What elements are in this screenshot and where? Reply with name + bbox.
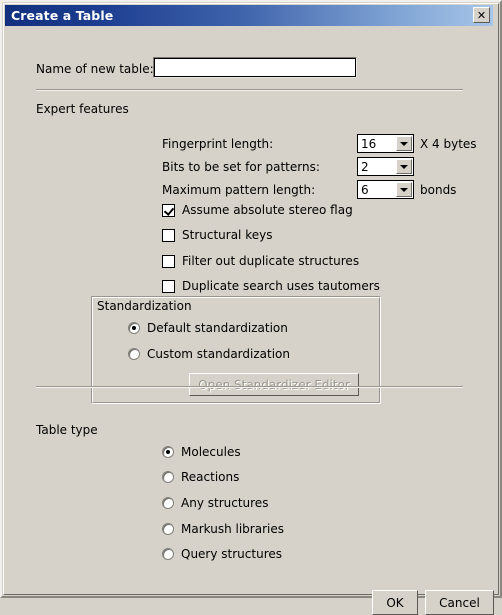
checkbox-icon[interactable] xyxy=(162,279,175,293)
radio-table-type-markush-libraries[interactable]: Markush libraries xyxy=(162,522,284,536)
checkbox-icon[interactable] xyxy=(162,203,175,217)
fingerprint-length-suffix: X 4 bytes xyxy=(420,137,477,151)
bits-per-pattern-label: Bits to be set for patterns: xyxy=(162,160,320,174)
chevron-down-icon[interactable] xyxy=(396,159,412,174)
dialog-content: Name of new table: Expert features Finge… xyxy=(5,26,494,615)
bits-per-pattern-value: 2 xyxy=(358,158,396,175)
fingerprint-length-label: Fingerprint length: xyxy=(162,137,274,151)
radio-icon[interactable] xyxy=(128,322,140,334)
table-name-label: Name of new table: xyxy=(36,62,154,76)
open-standardizer-editor-button: Open Standardizer Editor xyxy=(189,373,359,396)
dialog-title: Create a Table xyxy=(11,8,114,23)
radio-icon[interactable] xyxy=(162,446,174,458)
chevron-down-icon[interactable] xyxy=(396,182,412,197)
cancel-button[interactable]: Cancel xyxy=(425,590,494,615)
max-pattern-length-value: 6 xyxy=(358,181,396,198)
checkbox-icon[interactable] xyxy=(162,228,175,242)
radio-default-standardization[interactable]: Default standardization xyxy=(128,321,288,335)
radio-label: Reactions xyxy=(181,470,240,484)
radio-label: Any structures xyxy=(181,496,269,510)
expert-features-label: Expert features xyxy=(36,102,129,116)
radio-label: Custom standardization xyxy=(147,347,290,361)
checkbox-label: Duplicate search uses tautomers xyxy=(182,279,380,293)
table-name-input[interactable] xyxy=(153,57,357,78)
radio-table-type-query-structures[interactable]: Query structures xyxy=(162,547,282,561)
radio-icon[interactable] xyxy=(162,471,174,483)
radio-icon[interactable] xyxy=(162,548,174,560)
radio-label: Query structures xyxy=(181,547,282,561)
close-icon[interactable]: ✕ xyxy=(473,7,490,23)
checkbox-duplicate-search-uses-tautomers[interactable]: Duplicate search uses tautomers xyxy=(162,279,380,293)
chevron-down-icon[interactable] xyxy=(396,136,412,151)
max-pattern-length-suffix: bonds xyxy=(420,183,457,197)
checkbox-assume-absolute-stereo-flag[interactable]: Assume absolute stereo flag xyxy=(162,203,353,217)
separator-top xyxy=(36,89,463,91)
checkbox-structural-keys[interactable]: Structural keys xyxy=(162,228,272,242)
checkbox-label: Filter out duplicate structures xyxy=(182,254,360,268)
radio-label: Markush libraries xyxy=(181,522,284,536)
radio-label: Default standardization xyxy=(147,321,288,335)
checkbox-icon[interactable] xyxy=(162,254,175,268)
title-bar[interactable]: Create a Table ✕ xyxy=(5,5,493,26)
max-pattern-length-dropdown[interactable]: 6 xyxy=(357,180,414,199)
separator-bottom xyxy=(36,386,463,388)
ok-button[interactable]: OK xyxy=(372,590,418,615)
radio-icon[interactable] xyxy=(162,497,174,509)
radio-icon[interactable] xyxy=(128,348,140,360)
fingerprint-length-value: 16 xyxy=(358,135,396,152)
radio-custom-standardization[interactable]: Custom standardization xyxy=(128,347,290,361)
fingerprint-length-dropdown[interactable]: 16 xyxy=(357,134,414,153)
standardization-group-title: Standardization xyxy=(95,299,194,313)
max-pattern-length-label: Maximum pattern length: xyxy=(162,183,316,197)
radio-label: Molecules xyxy=(181,445,241,459)
radio-table-type-molecules[interactable]: Molecules xyxy=(162,445,241,459)
radio-table-type-reactions[interactable]: Reactions xyxy=(162,470,239,484)
bits-per-pattern-dropdown[interactable]: 2 xyxy=(357,157,414,176)
dialog-window: Create a Table ✕ Name of new table: Expe… xyxy=(0,0,502,615)
table-type-label: Table type xyxy=(36,423,98,437)
radio-table-type-any-structures[interactable]: Any structures xyxy=(162,496,268,510)
checkbox-label: Structural keys xyxy=(182,228,273,242)
checkbox-label: Assume absolute stereo flag xyxy=(182,203,353,217)
radio-icon[interactable] xyxy=(162,523,174,535)
checkbox-filter-out-duplicate-structures[interactable]: Filter out duplicate structures xyxy=(162,254,359,268)
